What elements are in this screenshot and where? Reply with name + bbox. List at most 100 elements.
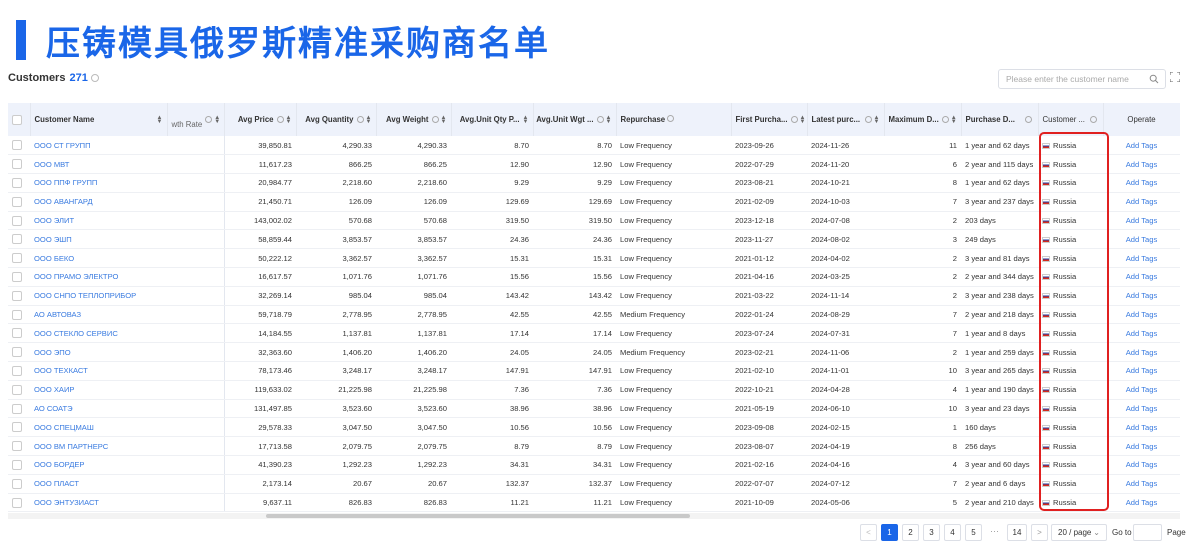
add-tags-link[interactable]: Add Tags	[1126, 178, 1158, 187]
add-tags-link[interactable]: Add Tags	[1126, 385, 1158, 394]
customer-name-link[interactable]: ООО АВАНГАРД	[30, 192, 167, 212]
page-size-select[interactable]: 20 / page ⌄	[1051, 524, 1107, 541]
row-checkbox[interactable]	[12, 215, 22, 226]
row-checkbox-cell[interactable]	[8, 136, 30, 156]
goto-page-input[interactable]	[1133, 524, 1162, 541]
add-tags-link[interactable]: Add Tags	[1126, 460, 1158, 469]
row-checkbox[interactable]	[12, 271, 22, 282]
operate-cell[interactable]: Add Tags	[1103, 267, 1180, 287]
row-checkbox-cell[interactable]	[8, 342, 30, 363]
customer-name-link[interactable]: ООО ППФ ГРУПП	[30, 173, 167, 193]
add-tags-link[interactable]: Add Tags	[1126, 272, 1158, 281]
row-checkbox-cell[interactable]	[8, 323, 30, 344]
operate-cell[interactable]: Add Tags	[1103, 493, 1180, 513]
sort-icon[interactable]: ▲ ▼	[286, 115, 292, 125]
row-checkbox[interactable]	[12, 459, 22, 470]
operate-cell[interactable]: Add Tags	[1103, 173, 1180, 193]
operate-cell[interactable]: Add Tags	[1103, 399, 1180, 419]
add-tags-link[interactable]: Add Tags	[1126, 366, 1158, 375]
col-customer-country[interactable]: Customer ...	[1038, 103, 1104, 136]
operate-cell[interactable]: Add Tags	[1103, 342, 1180, 363]
col-customer-name[interactable]: Customer Name ▲ ▼	[30, 103, 168, 136]
row-checkbox[interactable]	[12, 497, 22, 508]
customer-name-link[interactable]: ООО ЭЛИТ	[30, 211, 167, 231]
row-checkbox[interactable]	[12, 347, 22, 358]
col-first-purchase[interactable]: First Purcha... ▲ ▼	[731, 103, 808, 136]
row-checkbox-cell[interactable]	[8, 267, 30, 287]
col-avg-quantity[interactable]: Avg Quantity ▲ ▼	[296, 103, 377, 136]
add-tags-link[interactable]: Add Tags	[1126, 329, 1158, 338]
customer-name-link[interactable]: ООО СНПО ТЕПЛОПРИБОР	[30, 286, 167, 306]
operate-cell[interactable]: Add Tags	[1103, 192, 1180, 212]
customer-name-link[interactable]: ООО СТ ГРУПП	[30, 136, 167, 156]
add-tags-link[interactable]: Add Tags	[1126, 348, 1158, 357]
sort-icon[interactable]: ▲ ▼	[951, 115, 957, 125]
row-checkbox[interactable]	[12, 234, 22, 245]
row-checkbox-cell[interactable]	[8, 493, 30, 513]
col-latest-purchase[interactable]: Latest purc... ▲ ▼	[807, 103, 885, 136]
add-tags-link[interactable]: Add Tags	[1126, 498, 1158, 507]
customer-name-link[interactable]: ООО БЕКО	[30, 248, 167, 269]
col-maximum[interactable]: Maximum D... ▲ ▼	[884, 103, 962, 136]
page-1-button[interactable]: 1	[881, 524, 898, 541]
row-checkbox-cell[interactable]	[8, 305, 30, 325]
next-page-button[interactable]: >	[1031, 524, 1048, 541]
sort-icon[interactable]: ▲ ▼	[441, 115, 447, 125]
row-checkbox[interactable]	[12, 159, 22, 170]
horizontal-scrollbar[interactable]	[8, 513, 1180, 519]
row-checkbox[interactable]	[12, 422, 22, 433]
sort-icon[interactable]: ▲ ▼	[523, 115, 529, 125]
page-4-button[interactable]: 4	[944, 524, 961, 541]
row-checkbox[interactable]	[12, 365, 22, 376]
customer-name-link[interactable]: ООО МВТ	[30, 154, 167, 175]
add-tags-link[interactable]: Add Tags	[1126, 254, 1158, 263]
operate-cell[interactable]: Add Tags	[1103, 474, 1180, 494]
scrollbar-thumb[interactable]	[266, 514, 690, 518]
row-checkbox-cell[interactable]	[8, 154, 30, 175]
operate-cell[interactable]: Add Tags	[1103, 211, 1180, 231]
row-checkbox[interactable]	[12, 196, 22, 207]
sort-icon[interactable]: ▲ ▼	[214, 115, 220, 125]
add-tags-link[interactable]: Add Tags	[1126, 310, 1158, 319]
sort-icon[interactable]: ▲ ▼	[874, 115, 880, 125]
sort-icon[interactable]: ▲ ▼	[157, 115, 163, 125]
prev-page-button[interactable]: <	[860, 524, 877, 541]
add-tags-link[interactable]: Add Tags	[1126, 197, 1158, 206]
operate-cell[interactable]: Add Tags	[1103, 305, 1180, 325]
customer-name-link[interactable]: ООО ЭШП	[30, 229, 167, 250]
customer-name-link[interactable]: ООО ПЛАСТ	[30, 474, 167, 494]
customer-name-link[interactable]: ООО СТЕКЛО СЕРВИС	[30, 323, 167, 344]
col-avg-weight[interactable]: Avg Weight ▲ ▼	[376, 103, 452, 136]
add-tags-link[interactable]: Add Tags	[1126, 216, 1158, 225]
customer-name-link[interactable]: ООО ПРАМО ЭЛЕКТРО	[30, 267, 167, 287]
row-checkbox-cell[interactable]	[8, 286, 30, 306]
row-checkbox[interactable]	[12, 140, 22, 151]
operate-cell[interactable]: Add Tags	[1103, 248, 1180, 269]
row-checkbox-cell[interactable]	[8, 192, 30, 212]
page-ellipsis[interactable]: ···	[990, 526, 999, 536]
row-checkbox[interactable]	[12, 290, 22, 301]
row-checkbox-cell[interactable]	[8, 436, 30, 457]
row-checkbox-cell[interactable]	[8, 380, 30, 400]
row-checkbox[interactable]	[12, 177, 22, 188]
sort-icon[interactable]: ▲ ▼	[366, 115, 372, 125]
operate-cell[interactable]: Add Tags	[1103, 286, 1180, 306]
customer-name-link[interactable]: АО АВТОВАЗ	[30, 305, 167, 325]
operate-cell[interactable]: Add Tags	[1103, 136, 1180, 156]
col-purchase-duration[interactable]: Purchase D...	[961, 103, 1039, 136]
row-checkbox-cell[interactable]	[8, 474, 30, 494]
select-all-cell[interactable]	[8, 103, 31, 136]
row-checkbox-cell[interactable]	[8, 455, 30, 475]
search-icon[interactable]	[1149, 74, 1159, 84]
row-checkbox[interactable]	[12, 441, 22, 452]
customer-name-link[interactable]: ООО ЭНТУЗИАСТ	[30, 493, 167, 513]
operate-cell[interactable]: Add Tags	[1103, 455, 1180, 475]
customer-name-link[interactable]: ООО ХАИР	[30, 380, 167, 400]
page-5-button[interactable]: 5	[965, 524, 982, 541]
fullscreen-icon[interactable]	[1170, 72, 1180, 82]
operate-cell[interactable]: Add Tags	[1103, 323, 1180, 344]
add-tags-link[interactable]: Add Tags	[1126, 141, 1158, 150]
operate-cell[interactable]: Add Tags	[1103, 154, 1180, 175]
row-checkbox-cell[interactable]	[8, 248, 30, 269]
row-checkbox-cell[interactable]	[8, 173, 30, 193]
